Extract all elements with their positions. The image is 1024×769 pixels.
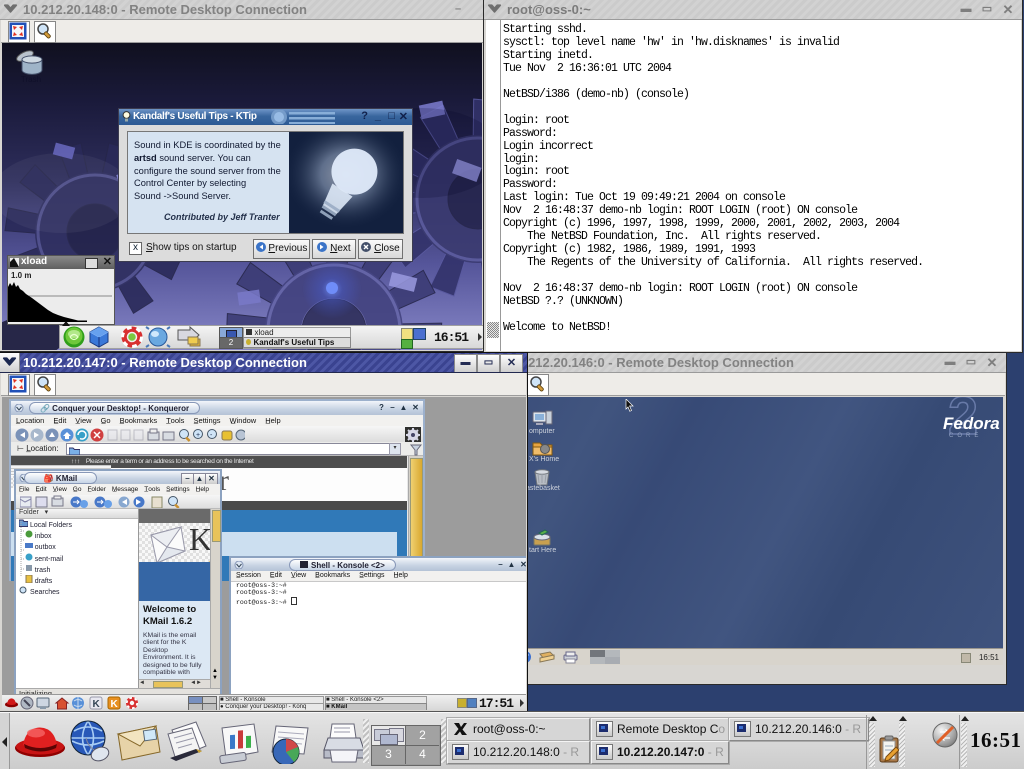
svg-text:+: +	[196, 432, 200, 439]
svg-text:K: K	[93, 699, 101, 710]
svg-text:K: K	[111, 699, 119, 710]
